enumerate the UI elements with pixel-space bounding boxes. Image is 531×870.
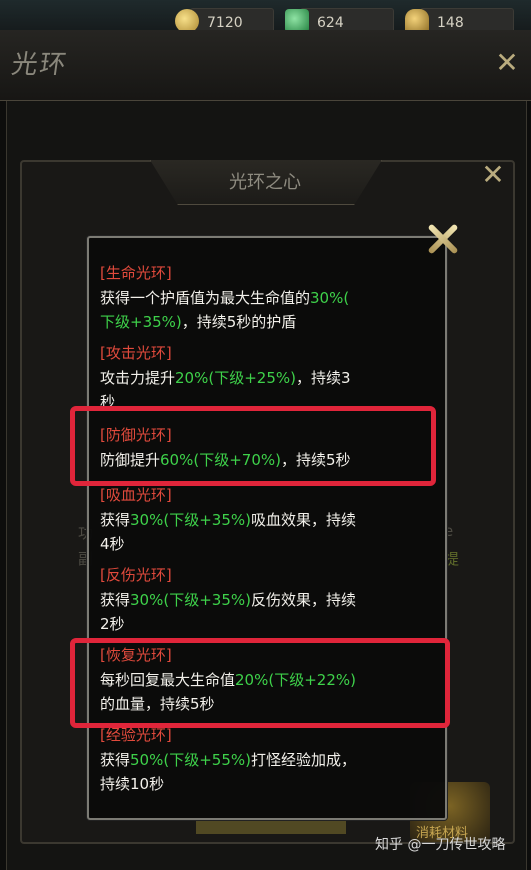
- popup-close-icon[interactable]: [424, 220, 460, 256]
- aura-title: [生命光环]: [100, 264, 172, 282]
- progress-bar-bg: [196, 820, 346, 834]
- window-close-icon[interactable]: ✕: [492, 48, 522, 78]
- aura-description: 获得30%(下级+35%)吸血效果，持续 4秒: [100, 511, 356, 553]
- aura-title: [反伤光环]: [100, 566, 172, 584]
- aura-description: 获得50%(下级+55%)打怪经验加成， 持续10秒: [100, 751, 356, 793]
- aura-description: 获得一个护盾值为最大生命值的30%( 下级+35%)，持续5秒的护盾: [100, 289, 350, 331]
- window-title: 光环: [9, 50, 70, 80]
- watermark: 知乎 @一刀传世攻略: [375, 837, 506, 853]
- aura-entry-attack: [攻击光环] 攻击力提升20%(下级+25%)，持续3 秒: [100, 342, 430, 414]
- sub-window-close-icon[interactable]: ✕: [478, 160, 508, 190]
- aura-entry-experience: [经验光环] 获得50%(下级+55%)打怪经验加成， 持续10秒: [100, 724, 430, 796]
- aura-entry-reflect: [反伤光环] 获得30%(下级+35%)反伤效果，持续 2秒: [100, 564, 430, 636]
- aura-heart-title: 光环之心: [229, 172, 301, 193]
- aura-description: 获得30%(下级+35%)反伤效果，持续 2秒: [100, 591, 356, 633]
- aura-title: [吸血光环]: [100, 486, 172, 504]
- aura-entry-life: [生命光环] 获得一个护盾值为最大生命值的30%( 下级+35%)，持续5秒的护…: [100, 262, 430, 334]
- aura-entry-lifesteal: [吸血光环] 获得30%(下级+35%)吸血效果，持续 4秒: [100, 484, 430, 556]
- highlight-box-defense: [70, 406, 436, 486]
- aura-title: [攻击光环]: [100, 344, 172, 362]
- highlight-box-recovery: [70, 638, 450, 728]
- aura-window-titlebar: 光环: [0, 30, 531, 101]
